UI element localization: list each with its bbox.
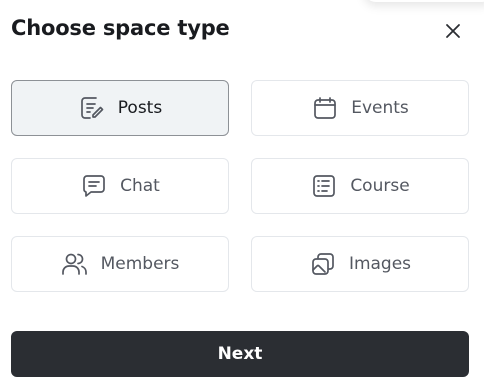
option-posts[interactable]: Posts [11,80,229,136]
option-events[interactable]: Events [251,80,469,136]
option-course[interactable]: Course [251,158,469,214]
choose-space-type-dialog: Choose space type Posts Events Chat Cour… [0,0,484,388]
close-button[interactable] [440,18,466,44]
course-icon [310,172,338,200]
option-events-label: Events [351,98,409,118]
option-members-label: Members [100,254,180,274]
option-chat[interactable]: Chat [11,158,229,214]
close-icon [446,24,460,38]
dialog-title: Choose space type [11,16,230,40]
option-course-label: Course [350,176,410,196]
chat-icon [80,172,108,200]
option-images-label: Images [348,254,412,274]
option-chat-label: Chat [120,176,160,196]
option-images[interactable]: Images [251,236,469,292]
members-icon [61,250,89,278]
calendar-icon [311,94,339,122]
option-posts-label: Posts [117,98,163,118]
next-button[interactable]: Next [11,331,469,377]
background-panel-edge [364,0,484,2]
images-icon [309,250,337,278]
option-members[interactable]: Members [11,236,229,292]
next-button-label: Next [217,344,263,364]
posts-icon [78,94,106,122]
